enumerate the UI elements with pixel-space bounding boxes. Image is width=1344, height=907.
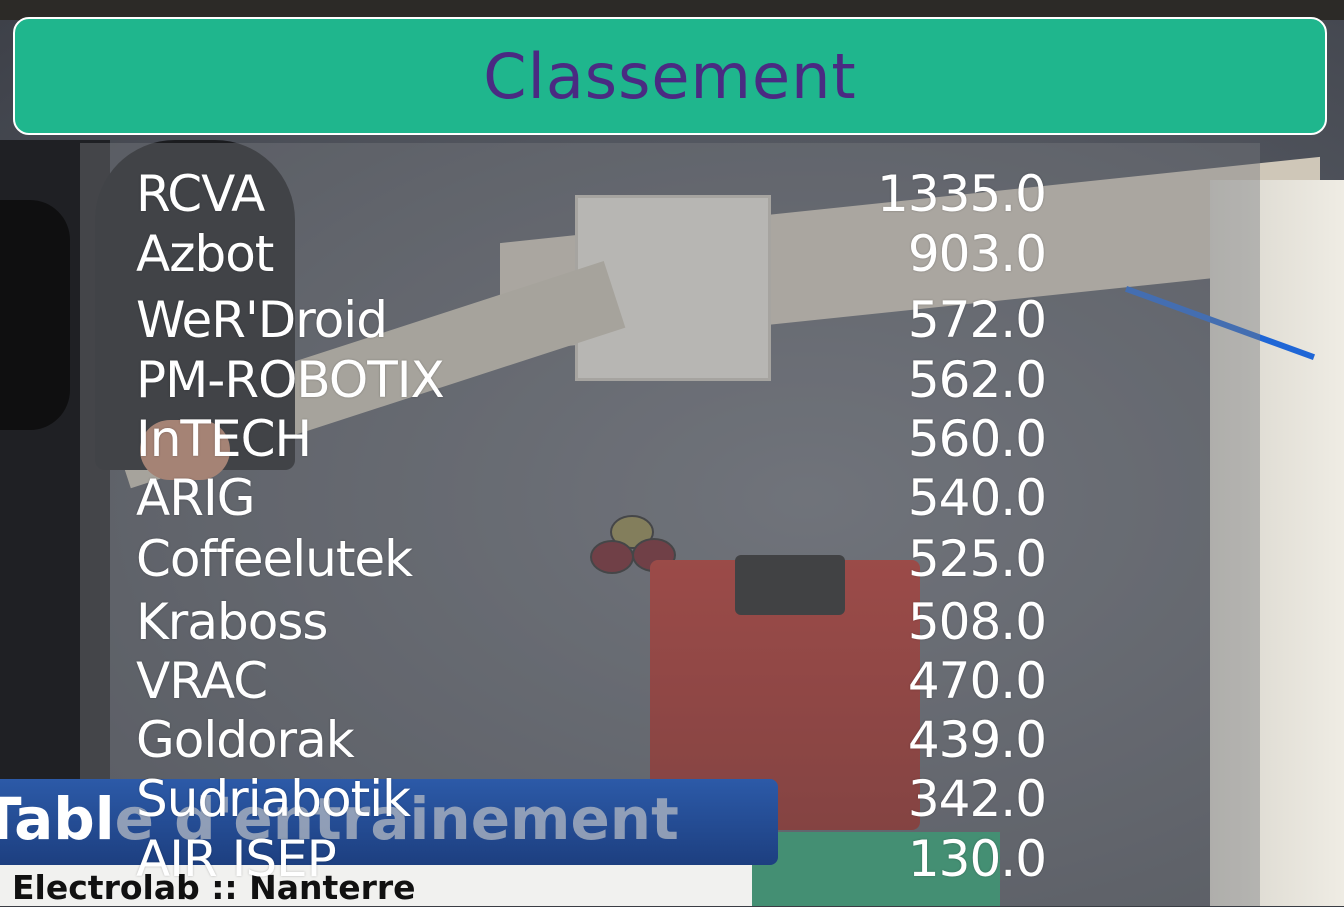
team-name: Goldorak	[136, 711, 355, 769]
team-name: Sudriabotik	[136, 770, 411, 828]
ranking-row: PM-ROBOTIX 562.0	[136, 351, 1047, 409]
team-score: 903.0	[907, 225, 1047, 283]
ranking-header: Classement	[13, 17, 1327, 135]
team-score: 439.0	[907, 711, 1047, 769]
ranking-row: Sudriabotik 342.0	[136, 770, 1047, 828]
ranking-row: Goldorak 439.0	[136, 711, 1047, 769]
team-name: Kraboss	[136, 593, 328, 651]
spectator-head	[0, 200, 70, 430]
team-name: VRAC	[136, 652, 268, 710]
lower-third-title-visible: Tabl	[0, 785, 115, 853]
team-name: AIR ISEP	[136, 830, 337, 888]
ranking-row: RCVA 1335.0	[136, 165, 1047, 223]
ranking-row: Coffeelutek 525.0	[136, 530, 1047, 588]
team-score: 1335.0	[877, 165, 1047, 223]
ranking-row: InTECH 560.0	[136, 410, 1047, 468]
ranking-row: AIR ISEP 130.0	[136, 830, 1047, 888]
team-name: ARIG	[136, 469, 255, 527]
team-score: 130.0	[907, 830, 1047, 888]
team-name: InTECH	[136, 410, 312, 468]
ranking-row: VRAC 470.0	[136, 652, 1047, 710]
team-score: 342.0	[907, 770, 1047, 828]
team-score: 560.0	[907, 410, 1047, 468]
ranking-row: ARIG 540.0	[136, 469, 1047, 527]
team-score: 470.0	[907, 652, 1047, 710]
team-score: 525.0	[907, 530, 1047, 588]
team-name: WeR'Droid	[136, 291, 388, 349]
ranking-title: Classement	[483, 39, 857, 113]
team-name: Azbot	[136, 225, 274, 283]
team-score: 508.0	[907, 593, 1047, 651]
ranking-row: WeR'Droid 572.0	[136, 291, 1047, 349]
team-score: 562.0	[907, 351, 1047, 409]
team-score: 572.0	[907, 291, 1047, 349]
team-name: Coffeelutek	[136, 530, 413, 588]
team-name: PM-ROBOTIX	[136, 351, 445, 409]
team-name: RCVA	[136, 165, 265, 223]
team-score: 540.0	[907, 469, 1047, 527]
ranking-row: Azbot 903.0	[136, 225, 1047, 283]
ranking-row: Kraboss 508.0	[136, 593, 1047, 651]
